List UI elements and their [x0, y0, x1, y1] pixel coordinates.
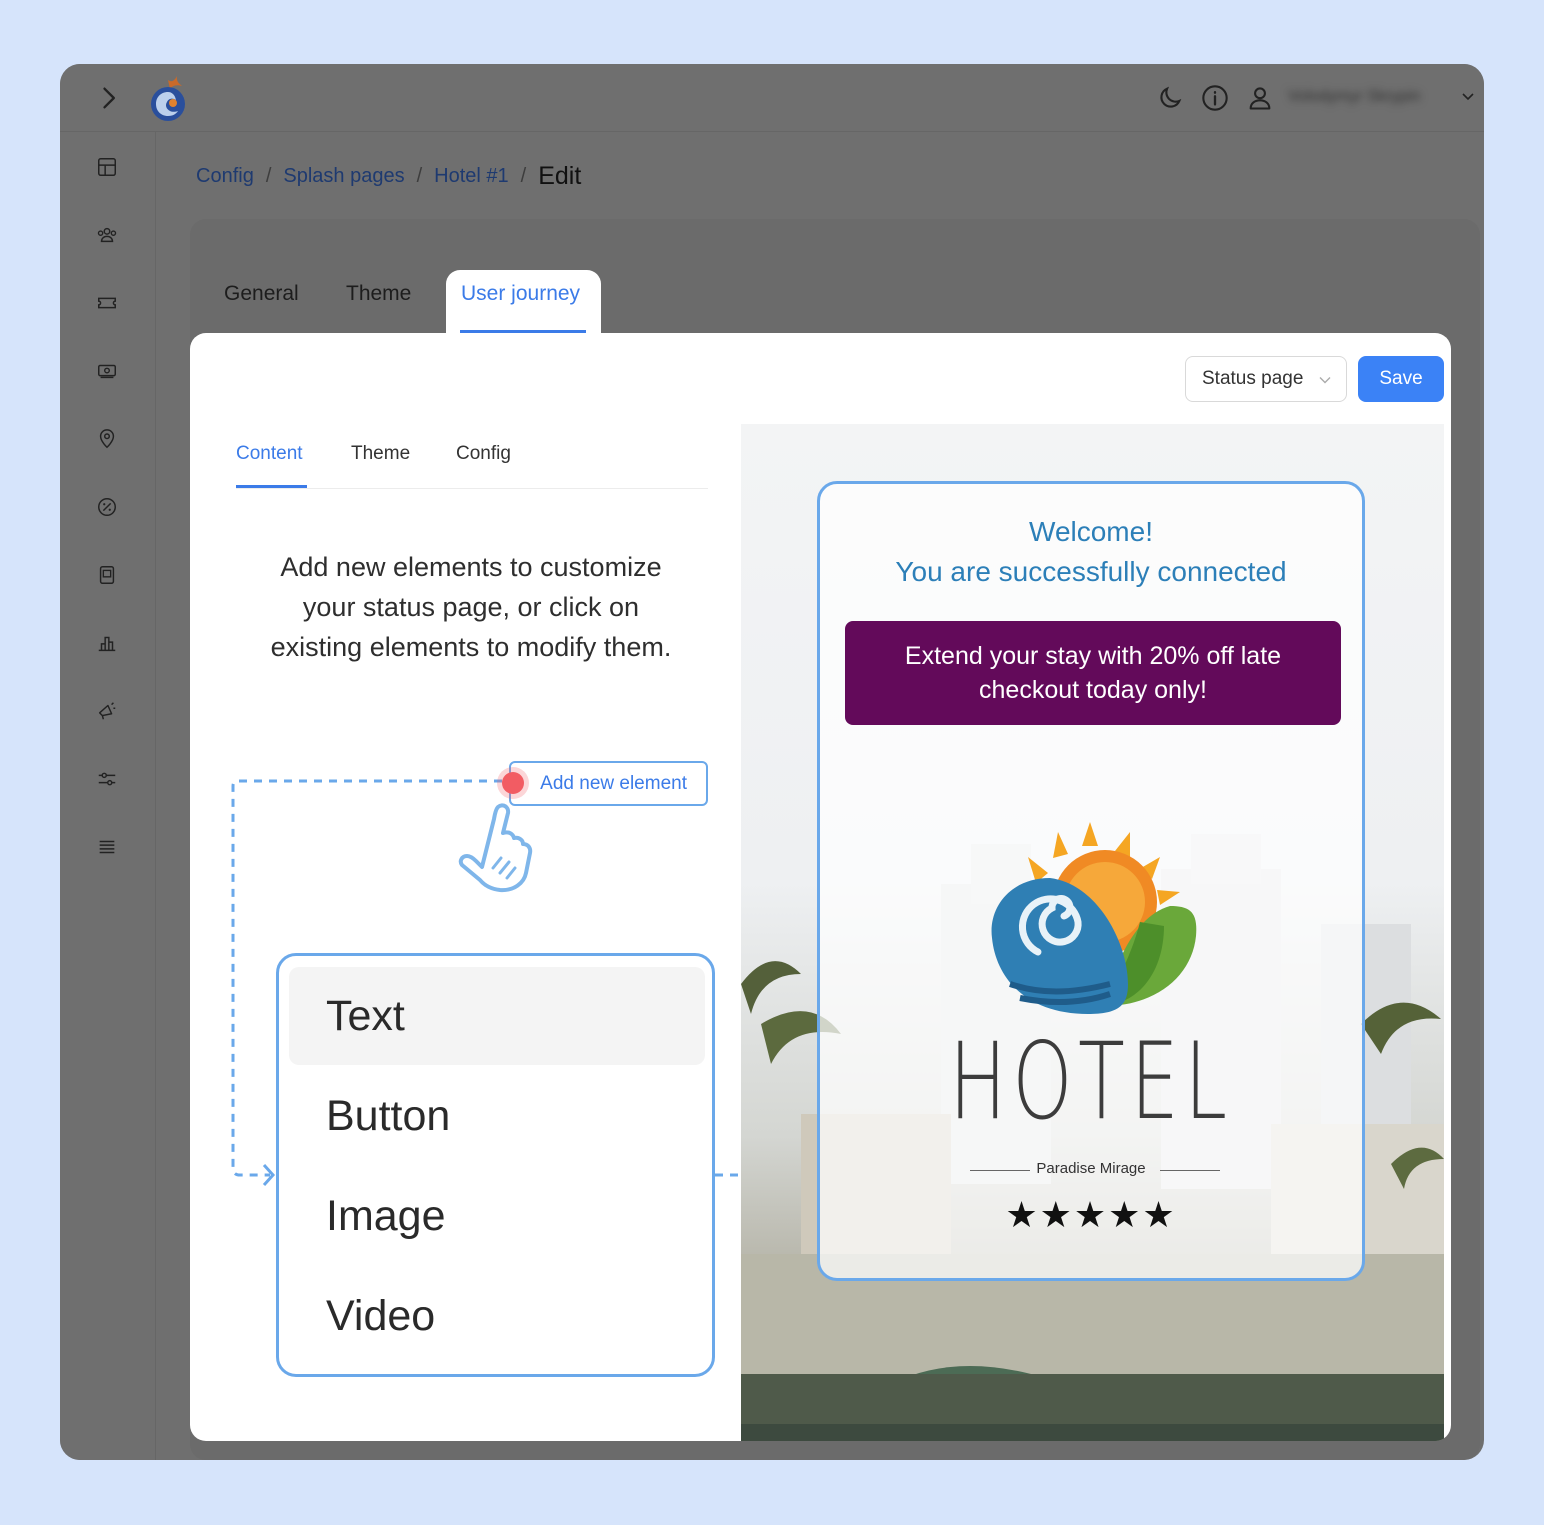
location-pin-icon[interactable] — [94, 426, 120, 452]
megaphone-icon[interactable] — [94, 698, 120, 724]
click-indicator — [502, 772, 524, 794]
menu-item-text[interactable]: Text — [289, 967, 705, 1065]
welcome-line-2: You are successfully connected — [895, 556, 1287, 587]
tab-content-underline — [236, 485, 307, 488]
tab-theme[interactable]: Theme — [346, 282, 411, 306]
tab-user-journey[interactable]: User journey — [446, 270, 601, 334]
moon-icon[interactable] — [1156, 84, 1184, 112]
users-group-icon[interactable] — [94, 222, 120, 248]
hotel-subtitle: Paradise Mirage — [1036, 1160, 1146, 1177]
cash-icon[interactable] — [94, 358, 120, 384]
chevron-down-icon — [1319, 377, 1331, 384]
breadcrumb-separator: / — [265, 164, 272, 187]
list-icon[interactable] — [94, 834, 120, 860]
sliders-icon[interactable] — [94, 766, 120, 792]
user-icon[interactable] — [1246, 84, 1274, 112]
discount-icon[interactable] — [94, 494, 120, 520]
hotel-logo-wordmark: HOTEL — [949, 1020, 1233, 1143]
preview-phone-frame: Welcome! You are successfully connected … — [817, 481, 1365, 1281]
welcome-text[interactable]: Welcome! You are successfully connected — [820, 512, 1362, 592]
breadcrumb-splash-pages[interactable]: Splash pages — [283, 165, 404, 188]
breadcrumb-separator: / — [416, 164, 423, 187]
page-type-value: Status page — [1202, 368, 1304, 389]
breadcrumb-hotel[interactable]: Hotel #1 — [434, 165, 509, 188]
info-icon[interactable] — [1201, 84, 1229, 112]
element-type-menu: Text Button Image Video — [276, 953, 715, 1377]
menu-item-video[interactable]: Video — [289, 1267, 705, 1365]
breadcrumb-config[interactable]: Config — [196, 165, 254, 188]
tab-general[interactable]: General — [224, 282, 299, 306]
page-type-select[interactable]: Status page — [1185, 356, 1347, 402]
dashboard-icon[interactable] — [94, 154, 120, 180]
pointer-hand-icon — [458, 803, 533, 893]
subtitle-rule-right — [1160, 1170, 1220, 1171]
ticket-icon[interactable] — [94, 290, 120, 316]
menu-item-image[interactable]: Image — [289, 1167, 705, 1265]
editor-tabs: Content Theme Config — [236, 443, 708, 489]
editor-card: Status page Save Content Theme Config Ad… — [190, 333, 1451, 1441]
instructions-text: Add new elements to customize your statu… — [270, 552, 672, 662]
sidebar — [60, 132, 156, 1460]
app-window: Volodymyr Skrypin Config / Splash pages … — [60, 64, 1484, 1460]
breadcrumb: Config / Splash pages / Hotel #1 / Edit — [196, 160, 581, 192]
chevron-right-icon[interactable] — [94, 84, 122, 112]
tab-user-journey-label: User journey — [461, 282, 581, 305]
tab-editor-theme[interactable]: Theme — [351, 443, 410, 465]
tab-content[interactable]: Content — [236, 443, 303, 465]
save-button[interactable]: Save — [1358, 356, 1444, 402]
star-rating: ★★★★★ — [1005, 1194, 1177, 1235]
user-name[interactable]: Volodymyr Skrypin — [1288, 88, 1458, 108]
breadcrumb-separator: / — [520, 164, 527, 187]
chevron-down-icon[interactable] — [1460, 88, 1476, 104]
page-title: Edit — [538, 161, 582, 190]
hotel-logo-image[interactable] — [980, 802, 1210, 1032]
chart-bar-icon[interactable] — [94, 630, 120, 656]
promo-banner[interactable]: Extend your stay with 20% off late check… — [845, 621, 1341, 725]
app-logo[interactable] — [148, 74, 188, 124]
device-icon[interactable] — [94, 562, 120, 588]
menu-item-button[interactable]: Button — [289, 1067, 705, 1165]
welcome-line-1: Welcome! — [1029, 516, 1153, 547]
top-bar: Volodymyr Skrypin — [60, 64, 1484, 132]
page-preview: Welcome! You are successfully connected … — [741, 424, 1444, 1441]
tab-config[interactable]: Config — [456, 443, 511, 465]
